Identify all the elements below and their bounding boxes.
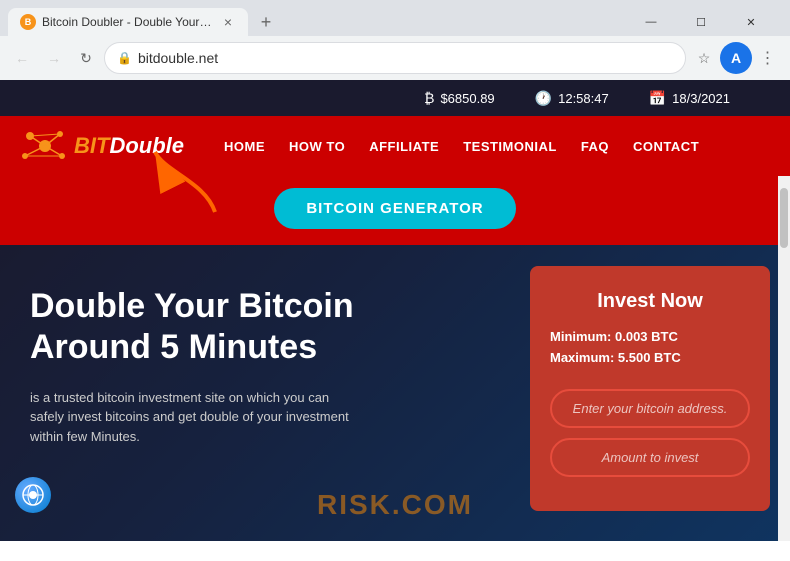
nav-testimonial[interactable]: TESTIMONIAL (463, 139, 557, 154)
website-content: ₿ $6850.89 🕐 12:58:47 📅 18/3/2021 (0, 80, 790, 541)
lock-icon: 🔒 (117, 51, 132, 65)
logo-bit: BIT (74, 133, 109, 158)
tab-close-button[interactable]: × (220, 14, 236, 30)
invest-minimum: Minimum: 0.003 BTC (550, 329, 750, 344)
hero-left: Double Your BitcoinAround 5 Minutes is a… (30, 256, 510, 446)
arrow-annotation (145, 142, 235, 222)
close-button[interactable]: ✕ (728, 8, 774, 36)
active-tab[interactable]: B Bitcoin Doubler - Double Your B... × (8, 8, 248, 36)
logo-graphic (20, 126, 70, 166)
invest-card-title: Invest Now (550, 290, 750, 313)
new-tab-button[interactable]: + (252, 8, 280, 36)
address-bar[interactable]: 🔒 bitdouble.net (104, 42, 686, 74)
invest-card: Invest Now Minimum: 0.003 BTC Maximum: 5… (530, 266, 770, 511)
window-controls: — ☐ ✕ (628, 8, 782, 36)
back-button[interactable]: ← (8, 44, 36, 72)
menu-button[interactable]: ⋮ (754, 44, 782, 72)
maximize-button[interactable]: ☐ (678, 8, 724, 36)
decoration-icon (22, 484, 44, 506)
navbar: BITDouble HOME HOW TO AFFILIATE TESTIMON… (0, 116, 790, 176)
tab-favicon: B (20, 14, 36, 30)
date-ticker: 📅 18/3/2021 (649, 90, 730, 107)
minimize-button[interactable]: — (628, 8, 674, 36)
profile-button[interactable]: A (720, 42, 752, 74)
nav-howto[interactable]: HOW TO (289, 139, 345, 154)
hero-subtitle: is a trusted bitcoin investment site on … (30, 388, 350, 447)
time-ticker: 🕐 12:58:47 (535, 90, 609, 107)
hero-content: Double Your BitcoinAround 5 Minutes is a… (0, 236, 790, 541)
ticker-bar: ₿ $6850.89 🕐 12:58:47 📅 18/3/2021 (0, 80, 790, 116)
scrollbar[interactable] (778, 176, 790, 541)
hero-title: Double Your BitcoinAround 5 Minutes (30, 286, 510, 368)
url-text: bitdouble.net (138, 50, 218, 66)
nav-contact[interactable]: CONTACT (633, 139, 699, 154)
forward-button[interactable]: → (40, 44, 68, 72)
clock-icon: 🕐 (535, 90, 552, 107)
tab-title: Bitcoin Doubler - Double Your B... (42, 15, 214, 29)
tab-bar: B Bitcoin Doubler - Double Your B... × +… (0, 0, 790, 36)
reload-button[interactable]: ↻ (72, 44, 100, 72)
calendar-icon: 📅 (649, 90, 666, 107)
address-bar-actions: ☆ A ⋮ (690, 42, 782, 74)
amount-input[interactable] (550, 438, 750, 477)
current-time: 12:58:47 (558, 91, 609, 106)
invest-maximum: Maximum: 5.500 BTC (550, 350, 750, 365)
price-ticker: ₿ $6850.89 (424, 90, 495, 106)
scrollbar-thumb[interactable] (780, 188, 788, 248)
nav-faq[interactable]: FAQ (581, 139, 609, 154)
bitcoin-address-input[interactable] (550, 389, 750, 428)
current-date: 18/3/2021 (672, 91, 730, 106)
bitcoin-price-icon: ₿ (424, 90, 434, 106)
nav-links: HOME HOW TO AFFILIATE TESTIMONIAL FAQ CO… (224, 139, 770, 154)
bitcoin-generator-button[interactable]: BITCOIN GENERATOR (274, 188, 515, 229)
browser-chrome: B Bitcoin Doubler - Double Your B... × +… (0, 0, 790, 80)
hero-section: BITCOIN GENERATOR Double Your BitcoinAro… (0, 176, 790, 541)
blue-ball-decoration (15, 477, 51, 513)
bookmark-button[interactable]: ☆ (690, 44, 718, 72)
generator-row: BITCOIN GENERATOR (0, 176, 790, 245)
bitcoin-price: $6850.89 (440, 91, 494, 106)
address-bar-row: ← → ↻ 🔒 bitdouble.net ☆ A ⋮ (0, 36, 790, 80)
favicon-letter: B (25, 17, 32, 27)
nav-affiliate[interactable]: AFFILIATE (369, 139, 439, 154)
